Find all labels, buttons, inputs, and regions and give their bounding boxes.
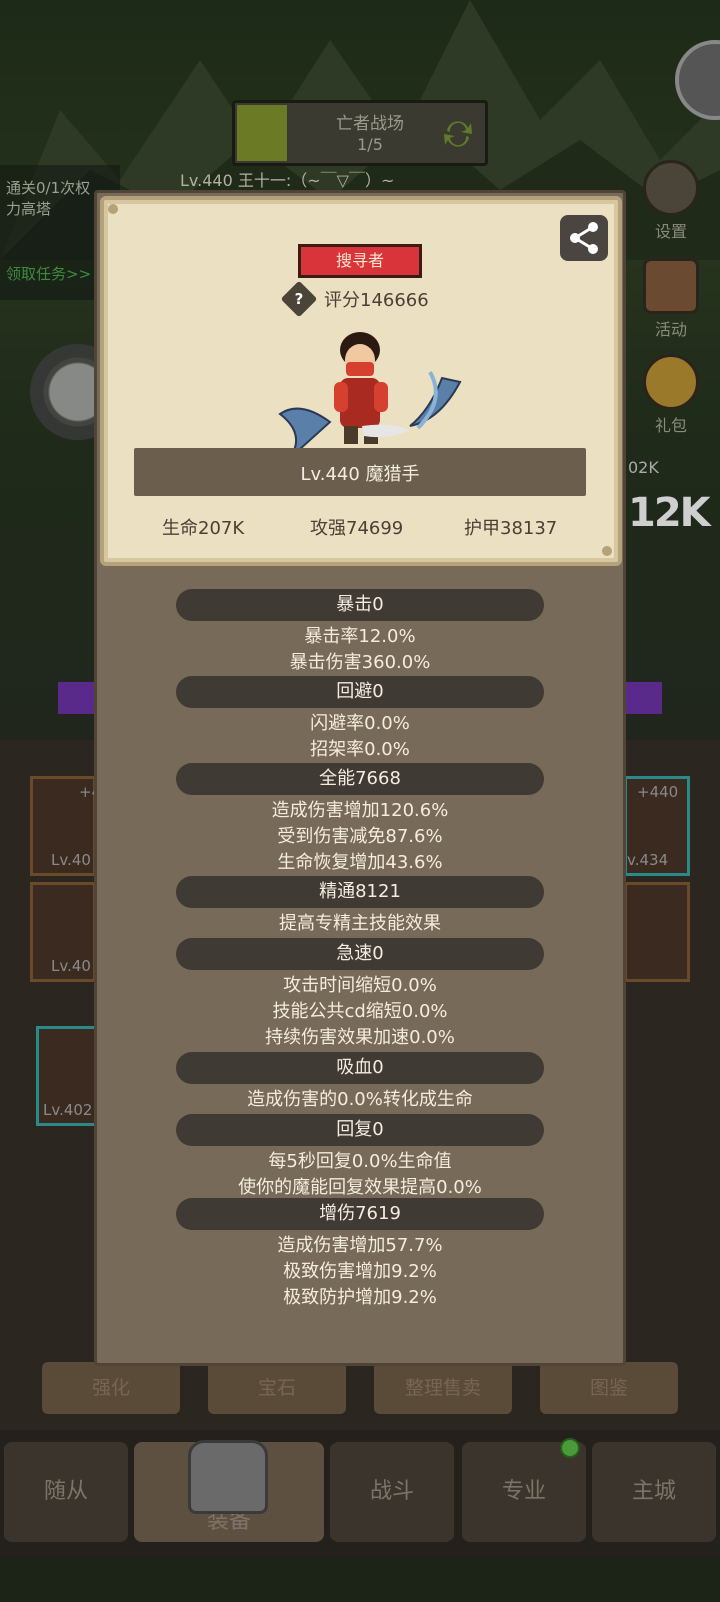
stage-banner[interactable]: 亡者战场 1/5 (232, 100, 488, 166)
section-line: 极致伤害增加9.2% (283, 1261, 437, 1282)
slot-plus: +440 (637, 783, 679, 801)
stage-icon (237, 105, 287, 161)
section-line: 极致防护增加9.2% (283, 1287, 437, 1308)
equipment-slot[interactable]: Lv.40 (30, 882, 96, 982)
section-line: 攻击时间缩短0.0% (283, 975, 437, 996)
section-line: 暴击伤害360.0% (289, 652, 431, 673)
armor-icon (188, 1440, 268, 1514)
stage-progress: 1/5 (357, 135, 383, 154)
character-name: Lv.440 魔猎手 (300, 464, 420, 485)
section-line: 造成伤害增加120.6% (271, 800, 449, 821)
section-header-lifesteal: 吸血0 (176, 1052, 544, 1084)
quest-line: 通关0/1次权 (6, 179, 91, 197)
title-badge: 搜寻者 (298, 244, 422, 278)
progress-bar-left (58, 682, 98, 714)
card-corner (108, 204, 118, 214)
equipment-slot[interactable]: Lv.402 (36, 1026, 102, 1126)
section-line: 每5秒回复0.0%生命值 (268, 1151, 452, 1172)
slot-level: v.434 (627, 851, 669, 869)
nav-main-city[interactable]: 主城 (592, 1442, 716, 1542)
section-header-regen: 回复0 (176, 1114, 544, 1146)
section-header-crit: 暴击0 (176, 589, 544, 621)
claim-quest-link[interactable]: 领取任务>> (6, 263, 91, 284)
section-header-damage-bonus: 增伤7619 (176, 1198, 544, 1230)
equipment-slot[interactable]: +440 v.434 (624, 776, 690, 876)
section-header-mastery: 精通8121 (176, 876, 544, 908)
refresh-icon[interactable] (441, 117, 475, 151)
section-header-versatility: 全能7668 (176, 763, 544, 795)
notification-dot (560, 1438, 580, 1458)
quest-description: 通关0/1次权 力高塔 (6, 178, 90, 220)
stat-attack: 攻强74699 (310, 518, 404, 539)
side-value-small: 02K (628, 458, 659, 477)
section-line: 造成伤害的0.0%转化成生命 (247, 1089, 473, 1110)
settings-label: 设置 (654, 222, 687, 241)
section-line: 技能公共cd缩短0.0% (272, 1001, 448, 1022)
collection-button[interactable]: 图鉴 (540, 1362, 678, 1414)
scroll-icon (643, 258, 699, 314)
section-line: 招架率0.0% (310, 739, 410, 760)
slot-level: Lv.40 (51, 851, 91, 869)
help-icon[interactable]: ? (280, 280, 318, 318)
share-icon (570, 222, 598, 254)
giftbag-icon (643, 354, 699, 410)
stage-title: 亡者战场 (336, 114, 404, 134)
sort-sell-button[interactable]: 整理售卖 (374, 1362, 512, 1414)
section-header-dodge: 回避0 (176, 676, 544, 708)
slot-level: Lv.40 (51, 957, 91, 975)
section-line: 生命恢复增加43.6% (277, 852, 443, 873)
section-line: 造成伤害增加57.7% (277, 1235, 443, 1256)
progress-bar-right (624, 682, 662, 714)
nav-battle[interactable]: 战斗 (330, 1442, 454, 1542)
gear-icon (643, 160, 699, 216)
section-line: 受到伤害减免87.6% (277, 826, 443, 847)
section-line: 使你的魔能回复效果提高0.0% (238, 1177, 482, 1198)
stat-hp: 生命207K (162, 518, 245, 539)
stat-armor: 护甲38137 (464, 518, 558, 539)
section-header-haste: 急速0 (176, 938, 544, 970)
equipment-slot[interactable]: +4 Lv.40 (30, 776, 101, 876)
activity-label: 活动 (654, 320, 687, 339)
activity-menu[interactable]: 活动 (636, 258, 706, 340)
section-line: 暴击率12.0% (304, 626, 416, 647)
nav-followers[interactable]: 随从 (4, 1442, 128, 1542)
side-value-big: 12K (628, 490, 711, 536)
equipment-slot[interactable] (624, 882, 690, 982)
section-line: 闪避率0.0% (310, 713, 410, 734)
section-line: 提高专精主技能效果 (279, 913, 441, 934)
card-corner (602, 546, 612, 556)
slot-level: Lv.402 (43, 1101, 93, 1119)
gem-button[interactable]: 宝石 (208, 1362, 346, 1414)
player-name: Lv.440 王十一:（~￣▽￣）~ (180, 171, 395, 190)
share-button[interactable] (560, 215, 608, 261)
giftpack-menu[interactable]: 礼包 (636, 354, 706, 436)
score-text: 评分146666 (324, 290, 429, 311)
settings-menu[interactable]: 设置 (636, 160, 706, 242)
giftpack-label: 礼包 (654, 416, 687, 435)
section-line: 持续伤害效果加速0.0% (265, 1027, 455, 1048)
quest-line: 力高塔 (6, 200, 52, 218)
enhance-button[interactable]: 强化 (42, 1362, 180, 1414)
